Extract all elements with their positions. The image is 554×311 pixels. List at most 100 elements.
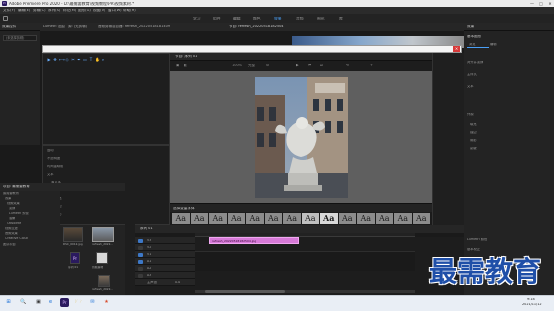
project-panel-title[interactable]: 项目: 最需要教育 [3,185,30,189]
thumb-clip-selected[interactable] [92,227,114,242]
workspace-libraries[interactable]: 库 [339,17,343,21]
menu-marker[interactable]: 标记(M) [63,9,76,13]
font-sample[interactable]: Aa [283,213,301,224]
program-frame-image[interactable] [255,77,348,198]
timeline-scrollbar[interactable] [195,290,415,293]
tree-item[interactable]: Creative Cloud [5,237,28,240]
tab-audio-clip-mixer[interactable]: 音频剪辑混合器: refresh_20220518181409 [98,25,218,29]
minimize-button[interactable]: — [528,1,536,6]
right-row-shadow[interactable]: 阴影 [470,139,477,142]
tab-lumetri-scopes[interactable]: Lumetri 范围 [43,25,65,29]
font-sample[interactable]: Aa [394,213,412,224]
right-row-appearance[interactable]: 外观 [467,113,474,116]
fx-row-motion[interactable]: 运动 [47,149,54,152]
tree-item[interactable]: 视频效果 [7,202,20,205]
menu-edit[interactable]: 编辑(E) [18,9,30,13]
home-icon[interactable] [3,16,8,21]
tree-item[interactable]: Lumetri 预设 [9,212,29,215]
rectangle-tool-icon[interactable]: ▭ [83,57,87,62]
right-panel-title[interactable]: 效果 [467,25,474,29]
menu-view[interactable]: 视图(V) [93,9,105,13]
font-sample-selected[interactable]: Aa [320,213,338,224]
fx-row-text[interactable]: 文本 [47,173,54,176]
font-sample[interactable]: Aa [209,213,227,224]
font-sample[interactable]: Aa [375,213,393,224]
right-row-align[interactable]: 对齐并变换 [467,61,483,64]
font-sample[interactable]: Aa [172,213,190,224]
audio-thumb-icon[interactable] [96,252,108,264]
timeline-tab[interactable]: 序列 01 [140,227,153,231]
thumb-clip[interactable] [63,227,83,242]
add-button-icon[interactable]: + [370,64,373,68]
font-sample[interactable]: Aa [357,213,375,224]
pen-tool-icon[interactable]: ✒ [77,57,81,62]
search-icon[interactable]: 🔍 [19,298,28,307]
right-row-stroke[interactable]: 描边 [470,131,477,134]
right-row-mask[interactable]: 蒙版 [470,147,477,150]
right-row-essential-graphics[interactable]: 基本图形 [467,35,481,39]
task-view-icon[interactable]: ▣ [34,298,43,307]
system-clock[interactable]: 9:18 2021/11/12 [522,297,552,309]
mail-icon[interactable]: ✉ [88,298,97,307]
selection-tool-icon[interactable]: ▶ [47,57,51,62]
track-target-toggle[interactable] [138,245,143,250]
step-back-icon[interactable]: ⏮ [308,64,311,68]
settings-icon[interactable]: ⚙ [266,64,269,68]
workspace-effects[interactable]: 效果 [274,17,282,21]
resolution-select[interactable]: 完整 [248,64,255,68]
sequence-thumb-icon[interactable]: Pr [70,252,80,264]
tree-item[interactable]: 视频过渡 [5,227,18,230]
font-sample[interactable]: Aa [412,213,430,224]
type-tool-icon[interactable]: T [89,57,93,62]
tab-source[interactable]: 源: (无剪辑) [68,25,87,29]
loop-icon[interactable]: ⟲ [346,64,349,68]
effect-controls-tab[interactable]: 效果控件 [2,25,16,29]
menu-window[interactable]: 窗口(W) [108,9,122,13]
fx-row-time-remap[interactable]: 时间重映射 [47,165,63,168]
tree-item[interactable]: 溶解 [9,217,15,220]
menu-file[interactable]: 文件(F) [3,9,15,13]
app-icon[interactable]: ★ [102,298,111,307]
font-sample[interactable]: Aa [227,213,245,224]
step-forward-icon[interactable]: ⏭ [320,64,323,68]
ripple-edit-tool-icon[interactable]: ⟷ [59,57,65,62]
tree-item[interactable]: 音频效果 [5,232,18,235]
tree-item[interactable]: Obsolete [7,222,21,225]
track-target-toggle[interactable] [138,266,143,271]
start-icon[interactable]: ⊞ [4,298,13,307]
folder-icon[interactable]: 🗁 [74,298,83,307]
right-row-basic-correction[interactable]: 基本校正 [467,248,480,251]
font-sample[interactable]: Aa [301,213,319,224]
track-target-toggle[interactable] [138,273,143,278]
track-target-toggle[interactable] [138,238,143,243]
safe-margins-icon[interactable]: ▣ [176,64,179,68]
maximize-button[interactable]: □ [537,1,545,6]
timeline-clip[interactable]: refresh_20220518182504.jpg [209,237,299,244]
right-tab-browse[interactable]: 浏览 [467,42,489,48]
scrollbar-thumb[interactable] [205,290,285,293]
fx-row-opacity[interactable]: 不透明度 [47,157,60,160]
menu-graphics[interactable]: 图形(G) [78,9,91,13]
overlay-icon[interactable]: ◧ [184,64,187,68]
play-icon[interactable]: ▶ [296,64,299,68]
master-value[interactable]: 0.0 [175,281,180,284]
workspace-editing[interactable]: 编辑 [233,17,241,21]
tree-item[interactable]: 最需要教育 [3,192,19,195]
track-target-toggle[interactable] [138,259,143,264]
right-tab-edit[interactable]: 编辑 [490,43,497,46]
tree-item[interactable]: 变换 [9,207,15,210]
menu-help[interactable]: 帮助(H) [123,9,136,13]
menu-clip[interactable]: 剪辑(C) [33,9,46,13]
hand-tool-icon[interactable]: ✋ [95,57,100,62]
font-sample[interactable]: Aa [246,213,264,224]
zoom-level[interactable]: 100% [232,64,242,68]
workspace-color[interactable]: 颜色 [253,17,261,21]
track-target-toggle[interactable] [138,252,143,257]
thumb-clip[interactable] [98,275,110,287]
program-monitor-tab[interactable]: 节目: refresh_20220518182504 [229,25,349,29]
font-sample[interactable]: Aa [264,213,282,224]
razor-tool-icon[interactable]: ✂ [71,57,75,62]
rate-stretch-tool-icon[interactable]: ◇ [65,57,69,62]
premiere-taskbar-icon[interactable]: Pr [60,298,69,307]
font-sample[interactable]: Aa [190,213,208,224]
